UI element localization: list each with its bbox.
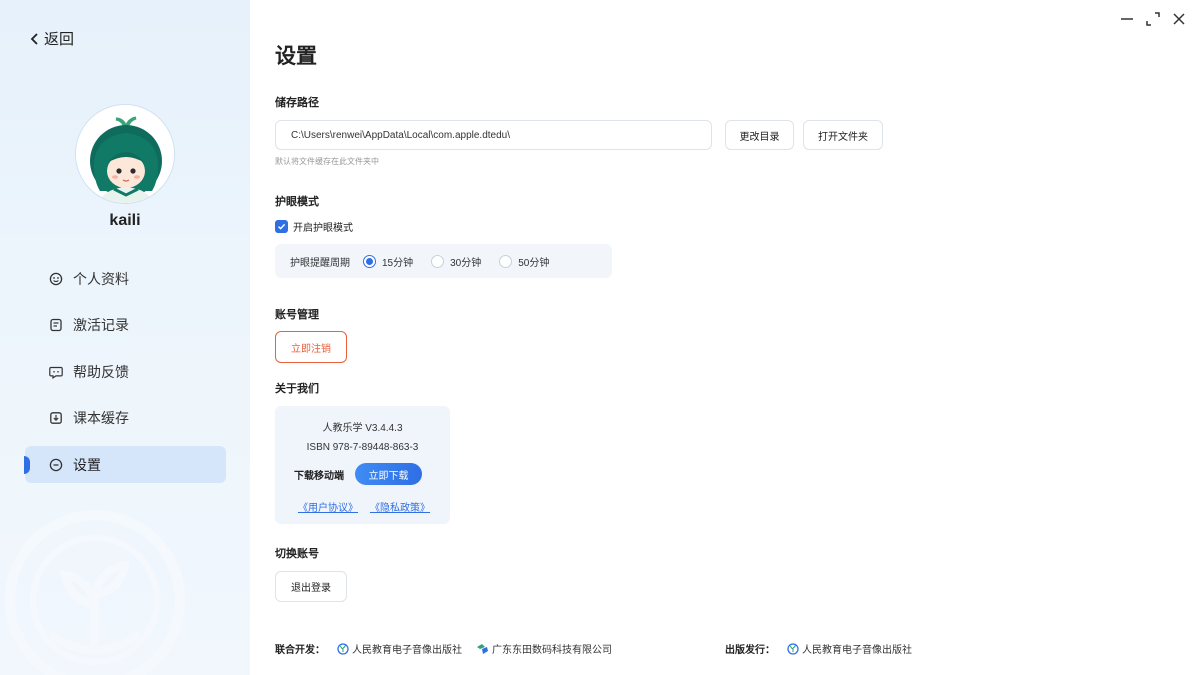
- page-title: 设置: [275, 45, 317, 68]
- sidebar-item-cache[interactable]: 课本缓存: [25, 400, 226, 437]
- eye-care-toggle[interactable]: 开启护眼模式: [275, 219, 353, 234]
- minimize-icon[interactable]: [1120, 12, 1134, 26]
- period-option-label: 30分钟: [450, 257, 482, 269]
- radio-icon: [499, 254, 513, 268]
- sidebar-item-feedback[interactable]: 帮助反馈: [25, 353, 226, 390]
- period-option-50[interactable]: 50分钟: [499, 254, 549, 269]
- logout-button[interactable]: 退出登录: [275, 571, 347, 602]
- chevron-left-icon: [30, 32, 38, 45]
- co-dev-label: 联合开发：: [275, 645, 325, 656]
- radio-icon: [431, 254, 445, 268]
- sidebar-item-label: 课本缓存: [73, 410, 129, 426]
- back-button[interactable]: 返回: [30, 28, 74, 49]
- org-name: 人民教育电子音像出版社: [802, 645, 912, 656]
- change-directory-button[interactable]: 更改目录: [725, 120, 794, 150]
- account-section-label: 账号管理: [275, 309, 319, 321]
- storage-path-value: C:\Users\renwei\AppData\Local\com.apple.…: [291, 129, 511, 141]
- window-controls: [1120, 12, 1186, 26]
- close-icon[interactable]: [1172, 12, 1186, 26]
- period-label: 护眼提醒周期: [290, 257, 350, 269]
- publisher: 出版发行： 人民教育电子音像出版社: [725, 641, 926, 656]
- sidebar: 返回 kaili 个人资料 激活记录 帮助反馈 课本缓存 设置: [0, 0, 250, 675]
- sidebar-item-label: 个人资料: [73, 270, 129, 287]
- period-option-label: 15分钟: [382, 257, 414, 269]
- download-row: 下载移动端 立即下载: [294, 463, 422, 485]
- download-now-button[interactable]: 立即下载: [355, 463, 422, 485]
- username: kaili: [109, 212, 141, 229]
- sidebar-item-profile[interactable]: 个人资料: [25, 260, 226, 297]
- cancel-account-button[interactable]: 立即注销: [275, 331, 347, 363]
- policy-links: 《用户协议》 《隐私政策》: [298, 499, 430, 514]
- avatar[interactable]: [75, 104, 175, 204]
- sidebar-item-label: 激活记录: [73, 317, 129, 333]
- open-folder-button[interactable]: 打开文件夹: [803, 120, 883, 150]
- storage-hint: 默认将文件缓存在此文件夹中: [275, 157, 379, 166]
- sidebar-item-label: 设置: [73, 456, 101, 473]
- privacy-policy-link[interactable]: 《隐私政策》: [370, 499, 430, 514]
- pep-logo-icon: [787, 642, 799, 655]
- org-name: 广东东田数码科技有限公司: [492, 645, 612, 656]
- sidebar-item-label: 帮助反馈: [73, 363, 129, 380]
- period-option-30[interactable]: 30分钟: [431, 254, 481, 269]
- switch-account-section-label: 切换账号: [275, 548, 319, 560]
- maximize-icon[interactable]: [1146, 12, 1160, 26]
- feedback-icon: [49, 365, 63, 379]
- publisher-label: 出版发行：: [725, 645, 775, 656]
- leaf-watermark-icon: [5, 510, 185, 675]
- about-card: 人教乐学 V3.4.4.3 ISBN 978-7-89448-863-3 下载移…: [275, 406, 450, 524]
- co-developers: 联合开发： 人民教育电子音像出版社 广东东田数码科技有限公司: [275, 641, 626, 656]
- dongtian-logo-icon: [477, 643, 488, 654]
- about-section-label: 关于我们: [275, 383, 319, 395]
- publisher-org: 人民教育电子音像出版社: [787, 641, 912, 656]
- download-label: 下载移动端: [294, 470, 344, 482]
- eye-care-period-group: 护眼提醒周期 15分钟 30分钟 50分钟: [275, 244, 612, 278]
- co-dev-org-2: 广东东田数码科技有限公司: [476, 641, 612, 656]
- storage-path-field[interactable]: C:\Users\renwei\AppData\Local\com.apple.…: [275, 120, 712, 150]
- record-icon: [49, 318, 63, 332]
- settings-icon: [49, 458, 63, 472]
- app-version: 人教乐学 V3.4.4.3: [322, 423, 403, 434]
- org-name: 人民教育电子音像出版社: [352, 645, 462, 656]
- eye-care-section-label: 护眼模式: [275, 196, 319, 208]
- period-option-15[interactable]: 15分钟: [363, 254, 413, 269]
- sidebar-item-activation[interactable]: 激活记录: [25, 307, 226, 344]
- avatar-girl-icon: [76, 105, 174, 203]
- sidebar-item-settings[interactable]: 设置: [24, 446, 226, 483]
- radio-selected-icon: [363, 254, 376, 268]
- pep-logo-icon: [337, 642, 349, 655]
- co-dev-org-1: 人民教育电子音像出版社: [337, 641, 462, 656]
- period-option-label: 50分钟: [518, 257, 550, 269]
- eye-care-checkbox-label: 开启护眼模式: [293, 223, 353, 234]
- main-panel: 设置 储存路径 C:\Users\renwei\AppData\Local\co…: [250, 0, 1200, 675]
- sidebar-nav: 个人资料 激活记录 帮助反馈 课本缓存 设置: [24, 260, 226, 493]
- checkbox-checked-icon[interactable]: [275, 220, 288, 233]
- storage-section-label: 储存路径: [275, 97, 319, 109]
- smile-icon: [49, 272, 63, 286]
- isbn-text: ISBN 978-7-89448-863-3: [306, 442, 419, 453]
- download-icon: [49, 411, 63, 425]
- user-agreement-link[interactable]: 《用户协议》: [298, 499, 358, 514]
- back-label: 返回: [44, 31, 75, 48]
